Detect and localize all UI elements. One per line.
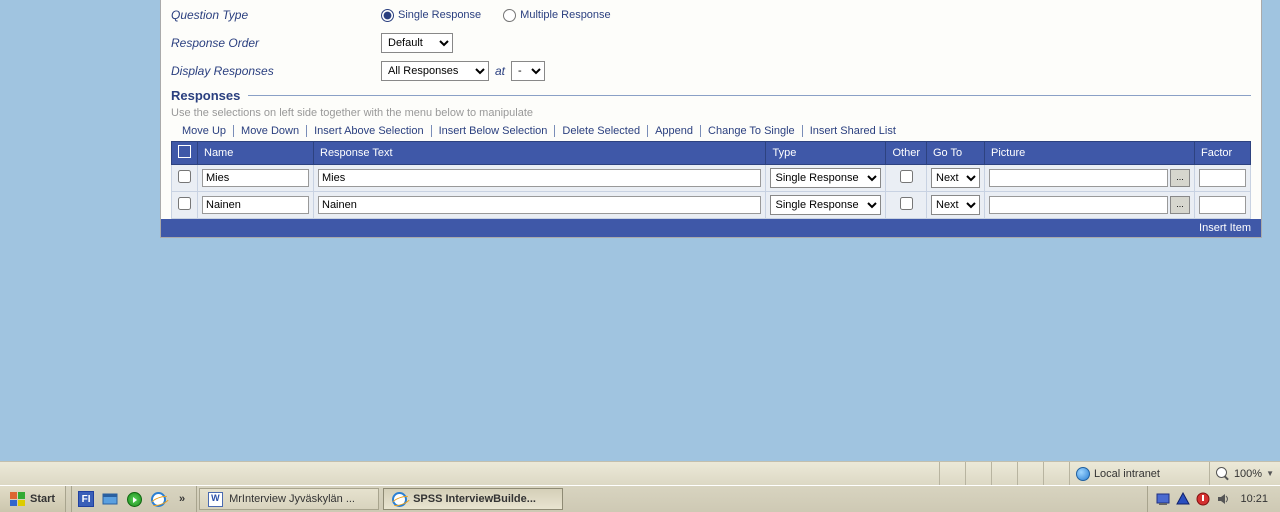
taskbar-item-label: SPSS InterviewBuilde... — [413, 493, 536, 505]
row-other-checkbox[interactable] — [900, 170, 913, 183]
action-delete-selected[interactable]: Delete Selected — [555, 125, 648, 137]
header-name: Name — [198, 142, 314, 165]
row-other-checkbox[interactable] — [900, 197, 913, 210]
word-doc-icon — [208, 492, 223, 507]
table-header-row: Name Response Text Type Other Go To Pict… — [172, 142, 1251, 165]
header-factor: Factor — [1195, 142, 1251, 165]
row-picture-input[interactable] — [989, 169, 1168, 187]
clock[interactable]: 10:21 — [1236, 493, 1272, 505]
section-rule — [248, 95, 1251, 96]
row-picture-input[interactable] — [989, 196, 1168, 214]
row-name-input[interactable] — [202, 169, 309, 187]
header-other: Other — [886, 142, 927, 165]
responses-hint: Use the selections on left side together… — [171, 107, 1251, 119]
system-tray: 10:21 — [1147, 486, 1280, 512]
row-type-select[interactable]: Single Response — [770, 168, 881, 188]
table-row: Single Response Next ... — [172, 192, 1251, 219]
status-seg — [965, 462, 991, 485]
quick-launch-chevron-icon[interactable]: » — [174, 491, 190, 507]
globe-icon — [1076, 467, 1090, 481]
action-insert-below[interactable]: Insert Below Selection — [432, 125, 556, 137]
at-select[interactable]: - — [511, 61, 545, 81]
row-picture-browse-button[interactable]: ... — [1170, 196, 1190, 214]
action-insert-shared-list[interactable]: Insert Shared List — [803, 125, 903, 137]
row-text-input[interactable] — [318, 169, 761, 187]
action-insert-above[interactable]: Insert Above Selection — [307, 125, 431, 137]
taskbar: Start FI » MrInterview Jyväskylän ... SP… — [0, 485, 1280, 512]
row-checkbox[interactable] — [178, 197, 191, 210]
question-type-radios: Single Response Multiple Response — [381, 9, 611, 22]
question-type-row: Question Type Single Response Multiple R… — [171, 4, 1251, 26]
multiple-response-radio[interactable]: Multiple Response — [503, 9, 611, 22]
responses-title-text: Responses — [171, 88, 240, 103]
quick-launch: FI » — [72, 486, 197, 512]
ie-icon — [392, 492, 407, 507]
row-text-input[interactable] — [318, 196, 761, 214]
display-responses-label: Display Responses — [171, 64, 381, 78]
zoom-control[interactable]: 100% ▼ — [1209, 462, 1280, 485]
row-checkbox[interactable] — [178, 170, 191, 183]
response-order-select[interactable]: Default — [381, 33, 453, 53]
media-player-icon[interactable] — [126, 491, 142, 507]
multiple-response-input[interactable] — [503, 9, 516, 22]
tray-icon[interactable] — [1196, 492, 1210, 506]
header-picture: Picture — [985, 142, 1195, 165]
status-seg — [1043, 462, 1069, 485]
insert-item-link[interactable]: Insert Item — [161, 219, 1261, 237]
row-type-select[interactable]: Single Response — [770, 195, 881, 215]
response-order-row: Response Order Default — [171, 32, 1251, 54]
tray-icon[interactable] — [1176, 492, 1190, 506]
status-seg — [991, 462, 1017, 485]
browser-status-bar: Local intranet 100% ▼ — [0, 461, 1280, 485]
tray-volume-icon[interactable] — [1216, 492, 1230, 506]
responses-table: Name Response Text Type Other Go To Pict… — [171, 141, 1251, 219]
action-change-to-single[interactable]: Change To Single — [701, 125, 803, 137]
row-goto-select[interactable]: Next — [931, 168, 980, 188]
taskbar-item-spss[interactable]: SPSS InterviewBuilde... — [383, 488, 563, 510]
ie-quick-icon[interactable] — [150, 491, 166, 507]
zoom-icon — [1216, 467, 1230, 481]
header-goto: Go To — [927, 142, 985, 165]
single-response-label: Single Response — [398, 9, 481, 21]
action-append[interactable]: Append — [648, 125, 701, 137]
header-type: Type — [766, 142, 886, 165]
responses-action-bar: Move Up Move Down Insert Above Selection… — [175, 125, 1251, 137]
zoom-value: 100% — [1234, 468, 1262, 480]
table-row: Single Response Next ... — [172, 165, 1251, 192]
status-seg — [1017, 462, 1043, 485]
show-desktop-icon[interactable] — [102, 491, 118, 507]
multiple-response-label: Multiple Response — [520, 9, 611, 21]
start-button[interactable]: Start — [0, 486, 66, 512]
tray-icon[interactable] — [1156, 492, 1170, 506]
taskbar-item-mrinterview[interactable]: MrInterview Jyväskylän ... — [199, 488, 379, 510]
windows-flag-icon — [10, 492, 25, 506]
row-goto-select[interactable]: Next — [931, 195, 980, 215]
header-check-cell[interactable] — [172, 142, 198, 165]
status-seg — [939, 462, 965, 485]
main-panel: Question Type Single Response Multiple R… — [160, 0, 1262, 238]
taskbar-item-label: MrInterview Jyväskylän ... — [229, 493, 355, 505]
row-picture-browse-button[interactable]: ... — [1170, 169, 1190, 187]
single-response-radio[interactable]: Single Response — [381, 9, 481, 22]
question-type-label: Question Type — [171, 8, 381, 22]
row-factor-input[interactable] — [1199, 169, 1246, 187]
header-response-text: Response Text — [314, 142, 766, 165]
at-label: at — [495, 64, 505, 78]
row-factor-input[interactable] — [1199, 196, 1246, 214]
security-zone: Local intranet — [1069, 462, 1209, 485]
chevron-down-icon[interactable]: ▼ — [1266, 469, 1274, 478]
single-response-input[interactable] — [381, 9, 394, 22]
start-label: Start — [30, 493, 55, 505]
zone-label: Local intranet — [1094, 468, 1160, 480]
responses-section-title: Responses — [171, 88, 1251, 103]
response-order-label: Response Order — [171, 36, 381, 50]
display-responses-select[interactable]: All Responses — [381, 61, 489, 81]
select-all-checkbox-icon[interactable] — [178, 145, 191, 158]
display-responses-row: Display Responses All Responses at - — [171, 60, 1251, 82]
language-indicator[interactable]: FI — [78, 491, 94, 507]
action-move-down[interactable]: Move Down — [234, 125, 307, 137]
row-name-input[interactable] — [202, 196, 309, 214]
action-move-up[interactable]: Move Up — [175, 125, 234, 137]
